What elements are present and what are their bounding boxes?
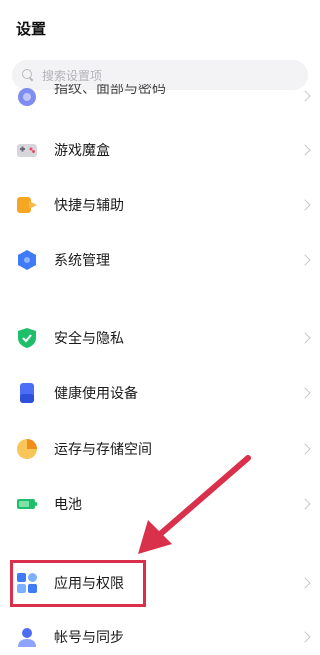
shield-icon — [18, 328, 36, 348]
search-placeholder: 搜索设置项 — [42, 68, 103, 83]
system-management-icon — [18, 250, 36, 270]
settings-item-label: 系统管理 — [54, 253, 110, 269]
chevron-right-icon — [299, 90, 311, 102]
settings-item-label: 游戏魔盒 — [54, 143, 110, 159]
settings-item-label: 快捷与辅助 — [54, 198, 124, 214]
settings-item-game-box[interactable]: 游戏魔盒 — [0, 130, 319, 170]
settings-item-label: 指纹、面部与密码 — [54, 84, 166, 97]
settings-item-storage[interactable]: 运存与存储空间 — [0, 429, 319, 469]
settings-item-label: 帐号与同步 — [54, 630, 124, 646]
chevron-right-icon — [299, 144, 311, 156]
settings-item-label: 安全与隐私 — [54, 331, 124, 347]
chevron-right-icon — [299, 199, 311, 211]
search-icon — [22, 69, 34, 81]
game-box-icon — [17, 144, 37, 157]
settings-item-label: 电池 — [54, 497, 82, 513]
shortcut-icon — [17, 197, 37, 213]
chevron-right-icon — [299, 254, 311, 266]
chevron-right-icon — [299, 387, 311, 399]
fingerprint-icon — [18, 88, 36, 106]
chevron-right-icon — [299, 577, 311, 589]
settings-item-label: 健康使用设备 — [54, 386, 138, 402]
chevron-right-icon — [299, 332, 311, 344]
settings-item-fingerprint[interactable]: 指纹、面部与密码 — [0, 84, 319, 108]
account-icon — [18, 628, 36, 647]
settings-item-security-privacy[interactable]: 安全与隐私 — [0, 318, 319, 358]
settings-item-shortcuts[interactable]: 快捷与辅助 — [0, 185, 319, 225]
settings-item-account-sync[interactable]: 帐号与同步 — [0, 617, 319, 655]
chevron-right-icon — [299, 443, 311, 455]
storage-icon — [17, 439, 37, 459]
battery-icon — [17, 499, 37, 509]
highlight-box — [10, 560, 146, 607]
chevron-right-icon — [299, 498, 311, 510]
settings-item-battery[interactable]: 电池 — [0, 484, 319, 524]
page-title: 设置 — [16, 20, 47, 38]
settings-item-system-management[interactable]: 系统管理 — [0, 240, 319, 280]
health-icon — [20, 383, 34, 403]
chevron-right-icon — [299, 631, 311, 643]
settings-item-label: 运存与存储空间 — [54, 442, 152, 458]
settings-item-health[interactable]: 健康使用设备 — [0, 373, 319, 413]
